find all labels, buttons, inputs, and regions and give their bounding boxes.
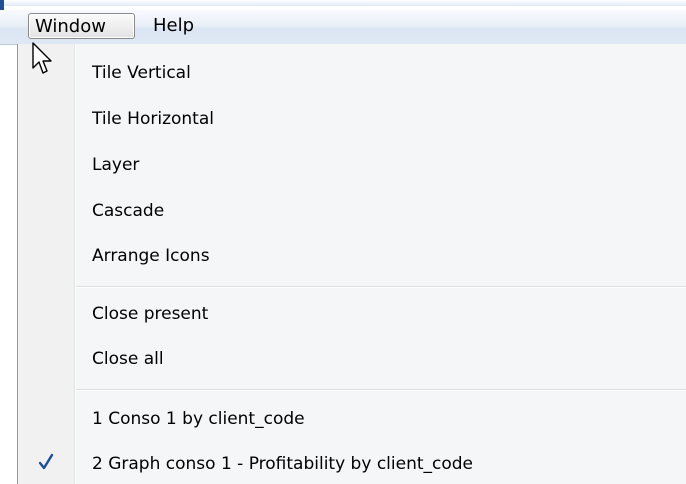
menu-item-window-1[interactable]: 1 Conso 1 by client_code bbox=[76, 399, 686, 439]
window-top-edge bbox=[0, 0, 686, 10]
menu-item-close-all[interactable]: Close all bbox=[76, 339, 686, 379]
check-icon bbox=[38, 453, 54, 470]
menu-item-tile-vertical[interactable]: Tile Vertical bbox=[76, 53, 686, 93]
window-corner-accent bbox=[0, 0, 4, 10]
menu-item-tile-horizontal[interactable]: Tile Horizontal bbox=[76, 99, 686, 139]
menu-item-cascade[interactable]: Cascade bbox=[76, 191, 686, 231]
mouse-pointer-icon bbox=[32, 42, 52, 74]
menu-separator bbox=[76, 389, 686, 391]
menu-item-layer[interactable]: Layer bbox=[76, 145, 686, 185]
menu-window[interactable]: Window bbox=[28, 13, 135, 39]
menu-help[interactable]: Help bbox=[147, 13, 200, 39]
menu-item-window-2[interactable]: 2 Graph conso 1 - Profitability by clien… bbox=[76, 444, 686, 484]
menu-icon-gutter bbox=[18, 44, 74, 484]
menu-separator bbox=[76, 286, 686, 288]
menu-item-close-present[interactable]: Close present bbox=[76, 294, 686, 334]
window-menu-dropdown: Tile Vertical Tile Horizontal Layer Casc… bbox=[17, 44, 686, 484]
menu-bar: Window Help bbox=[0, 10, 686, 45]
menu-item-arrange-icons[interactable]: Arrange Icons bbox=[76, 236, 686, 276]
